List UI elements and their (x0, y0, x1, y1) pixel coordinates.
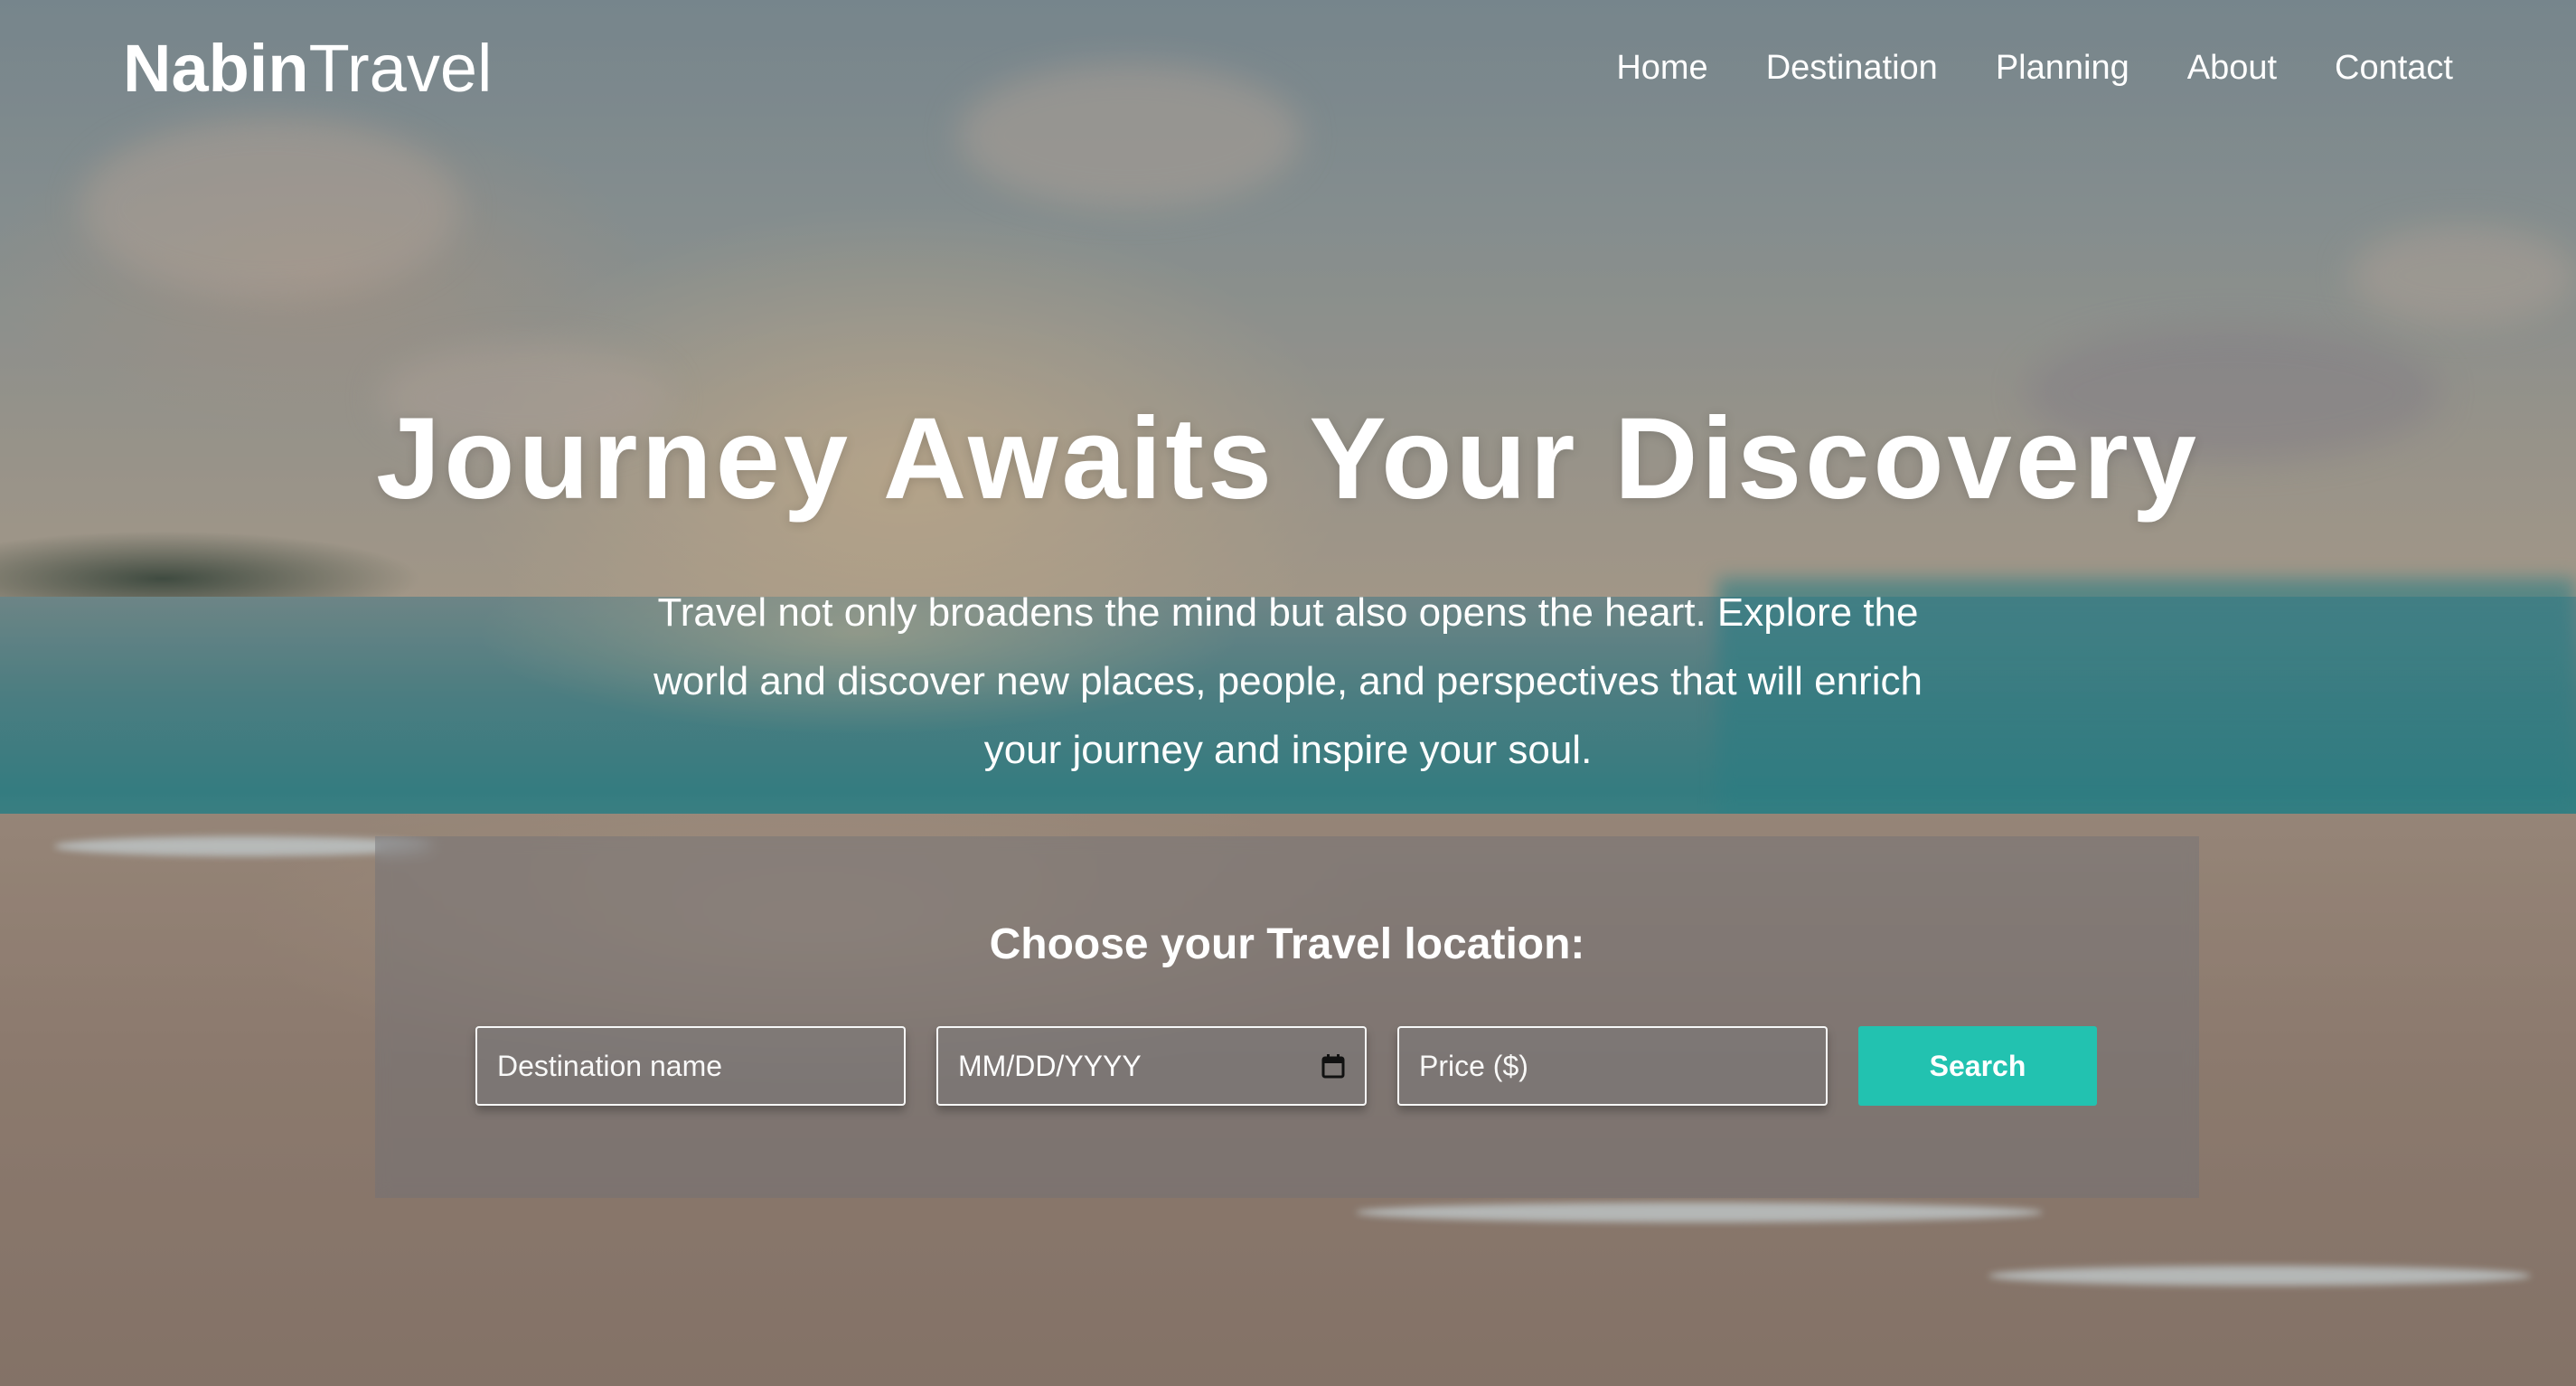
nav-link-planning[interactable]: Planning (1996, 47, 2129, 89)
nav-link-contact[interactable]: Contact (2335, 47, 2453, 89)
brand-logo[interactable]: NabinTravel (123, 33, 492, 105)
nav-link-about[interactable]: About (2187, 47, 2277, 89)
search-panel-title: Choose your Travel location: (989, 920, 1585, 968)
navbar: NabinTravel Home Destination Planning Ab… (0, 0, 2576, 136)
price-input[interactable] (1397, 1026, 1828, 1106)
main-nav: Home Destination Planning About Contact (1616, 47, 2453, 89)
date-input[interactable]: MM/DD/YYYY (936, 1026, 1367, 1106)
hero-title: Journey Awaits Your Discovery (376, 394, 2200, 523)
search-panel: Choose your Travel location: MM/DD/YYYY … (375, 836, 2199, 1198)
calendar-icon[interactable] (1321, 1053, 1345, 1079)
nav-link-destination[interactable]: Destination (1766, 47, 1938, 89)
hero-description: Travel not only broadens the mind but al… (653, 590, 1923, 772)
destination-input[interactable] (475, 1026, 906, 1106)
nav-link-home[interactable]: Home (1616, 47, 1707, 89)
brand-name-light: Travel (308, 31, 493, 106)
date-input-placeholder: MM/DD/YYYY (958, 1049, 1142, 1082)
brand-name-bold: Nabin (123, 31, 309, 106)
search-button[interactable]: Search (1858, 1026, 2097, 1106)
